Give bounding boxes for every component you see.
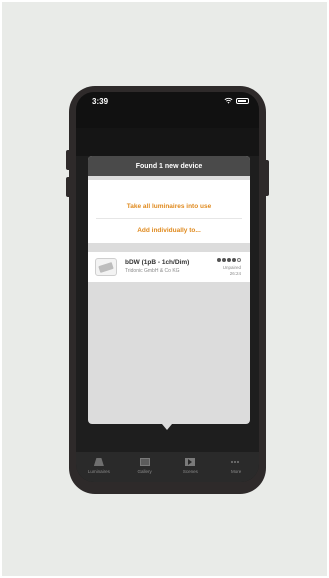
device-row[interactable]: bDW (1pB - 1ch/Dim) Tridonic GmbH & Co K… (88, 252, 250, 282)
take-all-into-use-button[interactable]: Take all luminaires into use (88, 195, 250, 217)
scenes-icon (185, 458, 196, 466)
device-id: 26:24 (229, 271, 241, 276)
tab-luminaires[interactable]: Luminaires (76, 452, 122, 482)
signal-dot (237, 258, 241, 262)
tab-bar: Luminaires Gallery Scenes More (76, 452, 259, 482)
device-name: bDW (1pB - 1ch/Dim) (125, 259, 190, 266)
signal-dot (232, 258, 236, 262)
tab-label: Gallery (137, 469, 152, 474)
phone-screen: 3:39 Found 1 new device Take all luminai… (76, 92, 259, 482)
signal-strength-icon (217, 258, 241, 262)
battery-icon (236, 97, 249, 104)
device-chip-icon (98, 262, 114, 273)
wifi-icon (224, 97, 233, 104)
device-pair-state: Unpaired (222, 265, 241, 270)
status-icons (224, 97, 249, 104)
more-icon (231, 458, 241, 466)
tab-label: Scenes (182, 469, 198, 474)
luminaire-icon (93, 458, 104, 466)
device-vendor: Tridonic GmbH & Co KG (125, 268, 180, 274)
signal-dot (217, 258, 221, 262)
tab-label: Luminaires (87, 469, 110, 474)
new-device-popover: Found 1 new device Take all luminaires i… (88, 156, 250, 424)
app-header (76, 128, 259, 156)
device-thumbnail (95, 258, 117, 276)
add-individually-button[interactable]: Add individually to... (88, 219, 250, 241)
status-bar: 3:39 (76, 92, 259, 128)
tab-gallery[interactable]: Gallery (122, 452, 168, 482)
tab-more[interactable]: More (213, 452, 259, 482)
signal-dot (222, 258, 226, 262)
tab-label: More (230, 469, 242, 474)
action-group: Take all luminaires into use Add individ… (88, 180, 250, 243)
status-time: 3:39 (92, 97, 109, 106)
popover-title: Found 1 new device (88, 156, 250, 176)
gallery-icon (139, 458, 150, 466)
popover-pointer (162, 424, 172, 430)
tab-scenes[interactable]: Scenes (168, 452, 214, 482)
signal-dot (227, 258, 231, 262)
